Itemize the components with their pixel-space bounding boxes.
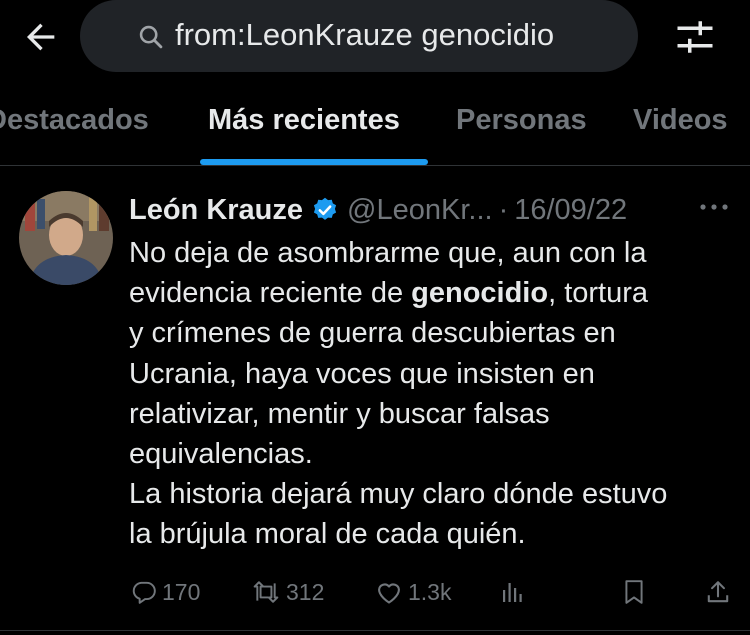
tab-mas-recientes[interactable]: Más recientes: [208, 104, 400, 137]
search-tabs: Destacados Más recientes Personas Videos: [0, 86, 750, 166]
tweet-text-line: la brújula moral de cada quién.: [129, 518, 526, 551]
reply-count: 170: [162, 578, 201, 605]
tweet-text-line: Ucrania, haya voces que insisten en: [129, 357, 595, 390]
search-filter-button[interactable]: [670, 12, 720, 62]
reply-icon: [132, 581, 156, 604]
sliders-icon: [677, 21, 713, 53]
tweet-header: León Krauze @LeonKr... · 16/09/22: [129, 191, 627, 229]
share-button[interactable]: [705, 577, 731, 607]
tweet-date[interactable]: 16/09/22: [514, 194, 627, 227]
highlighted-search-term: genocidio: [411, 277, 549, 310]
search-input[interactable]: from:LeonKrauze genocidio: [80, 0, 638, 72]
like-button[interactable]: 1.3k: [375, 577, 451, 607]
author-name[interactable]: León Krauze: [129, 194, 303, 227]
share-icon: [707, 581, 729, 603]
tweet-text: No deja de asombrarme que, aun con la ev…: [129, 233, 739, 555]
tweet-text-line: evidencia reciente de genocidio, tortura: [129, 277, 649, 310]
verified-badge-icon: [313, 197, 337, 220]
like-count: 1.3k: [408, 578, 452, 605]
retweet-button[interactable]: 312: [251, 577, 324, 607]
bookmark-icon: [625, 580, 643, 604]
more-icon: [700, 204, 728, 210]
tab-destacados[interactable]: Destacados: [0, 104, 149, 137]
search-icon: [139, 25, 163, 49]
tweet-text-line: La historia dejará muy claro dónde estuv…: [129, 478, 668, 511]
tweet-actions: 170 312 1.3k: [0, 567, 750, 617]
tab-videos[interactable]: Videos: [633, 104, 728, 137]
avatar[interactable]: [19, 191, 113, 285]
back-button[interactable]: [18, 14, 64, 60]
tweet-text-line: equivalencias.: [129, 438, 313, 471]
tab-personas[interactable]: Personas: [456, 104, 587, 137]
tweet-text-line: relativizar, mentir y buscar falsas: [129, 397, 550, 430]
reply-button[interactable]: 170: [131, 577, 200, 607]
arrow-left-icon: [27, 23, 55, 51]
search-query: from:LeonKrauze genocidio: [175, 17, 555, 52]
analytics-icon: [503, 583, 522, 602]
tweet-text-line: No deja de asombrarme que, aun con la: [129, 237, 647, 269]
retweet-icon: [253, 581, 279, 603]
separator-dot: ·: [498, 193, 509, 226]
search-header: from:LeonKrauze genocidio: [0, 0, 750, 80]
more-options-button[interactable]: [694, 195, 734, 219]
tweet[interactable]: León Krauze @LeonKr... · 16/09/22 No dej…: [0, 167, 750, 627]
views-button[interactable]: [500, 577, 524, 607]
tweet-text-line: y crímenes de guerra descubiertas en: [129, 317, 616, 350]
active-tab-indicator: [200, 159, 428, 165]
divider: [0, 630, 750, 631]
author-handle[interactable]: @LeonKr...: [347, 194, 493, 227]
heart-icon: [378, 583, 400, 604]
retweet-count: 312: [286, 578, 325, 605]
bookmark-button[interactable]: [623, 577, 645, 607]
